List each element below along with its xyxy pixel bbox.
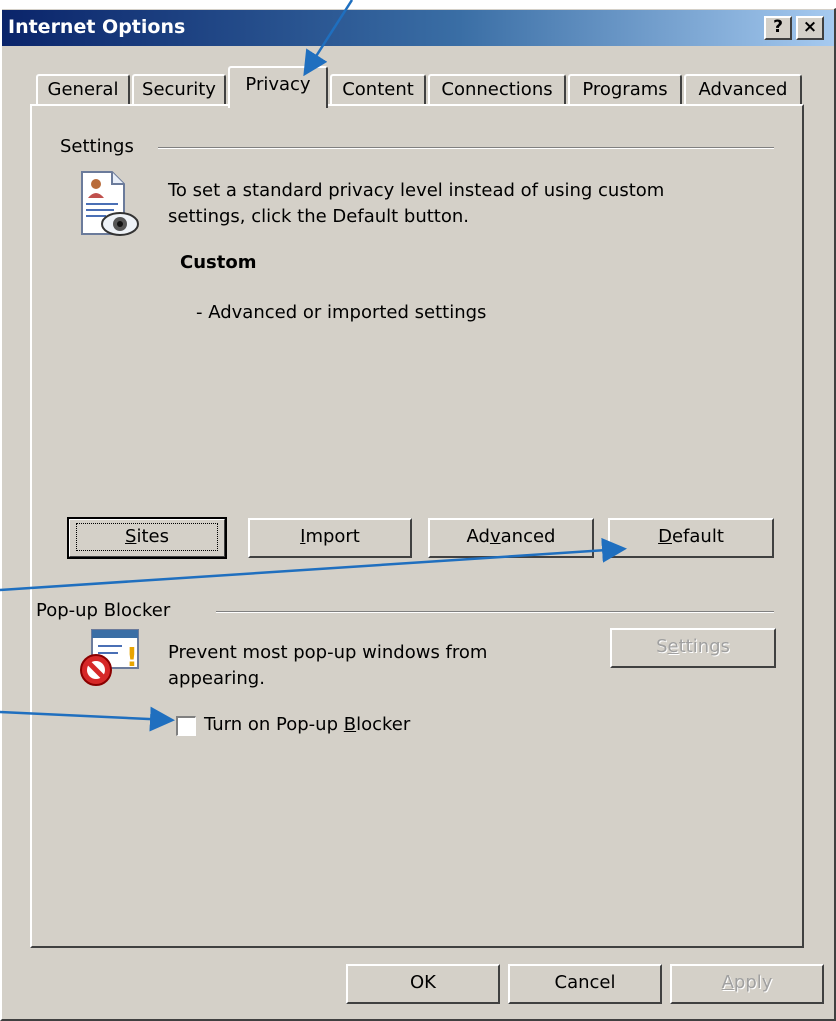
settings-description-line2: settings, click the Default button.	[168, 206, 470, 227]
privacy-settings-icon	[81, 171, 139, 236]
tab-label: Privacy	[245, 74, 311, 95]
default-button[interactable]: Default	[608, 518, 774, 558]
popup-description-line2: appearing.	[168, 668, 265, 689]
tab-label: Connections	[441, 79, 553, 100]
sites-button[interactable]: Sites	[67, 517, 227, 559]
tab-general[interactable]: General	[36, 74, 130, 106]
popup-description-line1: Prevent most pop-up windows from	[168, 642, 488, 663]
settings-group-divider	[158, 147, 774, 149]
import-button[interactable]: Import	[248, 518, 412, 558]
popup-group-divider	[216, 611, 774, 613]
tab-label: Programs	[582, 79, 668, 100]
ok-button[interactable]: OK	[346, 964, 500, 1004]
tab-label: Content	[342, 79, 414, 100]
tab-connections[interactable]: Connections	[428, 74, 566, 106]
popup-group-label: Pop-up Blocker	[36, 600, 171, 621]
tab-privacy[interactable]: Privacy	[228, 66, 328, 108]
tab-label: General	[47, 79, 119, 100]
tab-label: Security	[142, 79, 216, 100]
apply-button[interactable]: Apply	[670, 964, 824, 1004]
popup-blocker-checkbox[interactable]	[176, 716, 196, 736]
privacy-level-name: Custom	[180, 252, 257, 273]
popup-blocker-checkbox-label[interactable]: Turn on Pop-up Blocker	[204, 714, 410, 735]
tab-programs[interactable]: Programs	[568, 74, 682, 106]
cancel-button[interactable]: Cancel	[508, 964, 662, 1004]
tab-security[interactable]: Security	[132, 74, 226, 106]
tab-label: Advanced	[698, 79, 788, 100]
popup-settings-button[interactable]: Settings	[610, 628, 776, 668]
close-button[interactable]: ×	[796, 16, 824, 40]
advanced-button[interactable]: Advanced	[428, 518, 594, 558]
svg-text:!: !	[126, 643, 138, 673]
privacy-tab-panel: Settings To set a standard privacy level…	[30, 104, 804, 948]
settings-description-line1: To set a standard privacy level instead …	[168, 180, 665, 201]
help-icon: ?	[773, 17, 783, 37]
settings-group-label: Settings	[60, 136, 134, 157]
title-bar[interactable]: Internet Options ? ×	[2, 10, 834, 46]
privacy-level-detail: - Advanced or imported settings	[196, 302, 487, 323]
popup-blocked-icon: !	[80, 629, 139, 686]
tab-advanced[interactable]: Advanced	[684, 74, 802, 106]
window-title: Internet Options	[8, 16, 186, 38]
help-button[interactable]: ?	[764, 16, 792, 40]
close-icon: ×	[802, 17, 818, 37]
tab-content[interactable]: Content	[330, 74, 426, 106]
